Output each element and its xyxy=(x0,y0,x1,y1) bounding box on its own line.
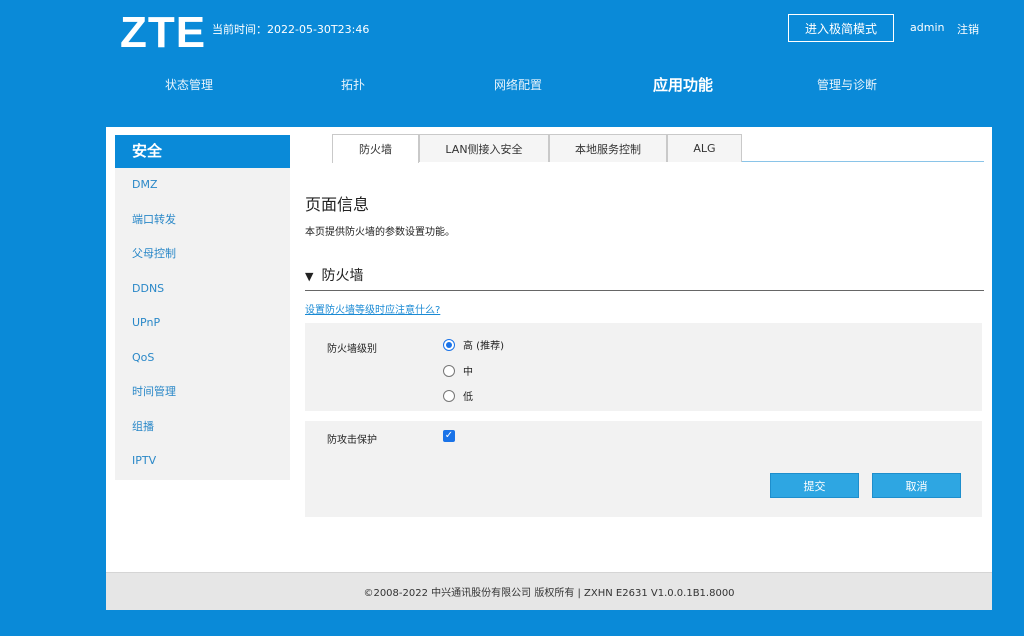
nav-topology[interactable]: 拓扑 xyxy=(341,76,365,93)
sidebar-title: 安全 xyxy=(115,135,290,168)
footer: ©2008-2022 中兴通讯股份有限公司 版权所有 | ZXHN E2631 … xyxy=(106,572,992,610)
submit-button[interactable]: 提交 xyxy=(770,473,859,498)
logout-link[interactable]: 注销 xyxy=(957,21,979,37)
level-high-radio[interactable] xyxy=(443,338,455,351)
section-divider xyxy=(305,290,984,291)
tab-local-service-control[interactable]: 本地服务控制 xyxy=(549,134,667,162)
firewall-level-label: 防火墙级别 xyxy=(327,344,377,355)
sidebar-item-time-management[interactable]: 时间管理 xyxy=(115,375,290,410)
level-medium-option[interactable]: 中 xyxy=(443,363,473,378)
page-title: 页面信息 xyxy=(305,195,370,214)
sidebar-item-upnp[interactable]: UPnP xyxy=(115,306,290,341)
level-low-option[interactable]: 低 xyxy=(443,388,473,403)
help-link[interactable]: 设置防火墙等级时应注意什么? xyxy=(305,301,440,316)
attack-protection-panel: 防攻击保护 ✓ 提交 取消 xyxy=(305,421,982,517)
current-time: 当前时间：2022-05-30T23:46 xyxy=(212,21,369,37)
nav-application-features[interactable]: 应用功能 xyxy=(653,74,713,95)
level-low-label: 低 xyxy=(463,392,473,403)
tab-bar: 防火墙 LAN侧接入安全 本地服务控制 ALG xyxy=(332,134,984,163)
page-description: 本页提供防火墙的参数设置功能。 xyxy=(305,227,455,238)
collapse-arrow-icon: ▼ xyxy=(305,270,314,283)
tab-alg[interactable]: ALG xyxy=(667,134,742,162)
attack-protection-label: 防攻击保护 xyxy=(327,435,377,446)
sidebar: 安全 DMZ 端口转发 父母控制 DDNS UPnP QoS 时间管理 组播 I… xyxy=(115,135,290,480)
current-time-value: 2022-05-30T23:46 xyxy=(267,23,370,36)
main-nav: 状态管理 拓扑 网络配置 应用功能 管理与诊断 xyxy=(0,76,1024,98)
tab-lan-access-security[interactable]: LAN侧接入安全 xyxy=(419,134,549,162)
section-title: 防火墙 xyxy=(321,268,364,284)
cancel-button[interactable]: 取消 xyxy=(872,473,961,498)
sidebar-item-iptv[interactable]: IPTV xyxy=(115,444,290,479)
nav-management-diagnosis[interactable]: 管理与诊断 xyxy=(817,76,877,93)
tab-firewall[interactable]: 防火墙 xyxy=(332,134,419,163)
sidebar-item-ddns[interactable]: DDNS xyxy=(115,272,290,307)
nav-status-management[interactable]: 状态管理 xyxy=(165,76,213,93)
main-card: 安全 DMZ 端口转发 父母控制 DDNS UPnP QoS 时间管理 组播 I… xyxy=(106,127,992,610)
sidebar-item-dmz[interactable]: DMZ xyxy=(115,168,290,203)
level-medium-radio[interactable] xyxy=(443,364,455,377)
current-time-label: 当前时间： xyxy=(212,23,267,36)
sidebar-item-qos[interactable]: QoS xyxy=(115,341,290,376)
level-low-radio[interactable] xyxy=(443,389,455,402)
level-high-label: 高 (推荐) xyxy=(463,341,504,352)
zte-logo: ZTE xyxy=(120,8,207,57)
username: admin xyxy=(910,21,945,34)
simple-mode-button[interactable]: 进入极简模式 xyxy=(788,14,894,42)
firewall-section-header[interactable]: ▼ 防火墙 xyxy=(305,265,363,285)
sidebar-item-multicast[interactable]: 组播 xyxy=(115,410,290,445)
attack-protection-checkbox[interactable]: ✓ xyxy=(443,430,455,442)
nav-network-config[interactable]: 网络配置 xyxy=(494,76,542,93)
level-high-option[interactable]: 高 (推荐) xyxy=(443,337,504,352)
firewall-level-panel: 防火墙级别 高 (推荐) 中 低 xyxy=(305,323,982,411)
check-icon: ✓ xyxy=(444,430,454,441)
level-medium-label: 中 xyxy=(463,367,473,378)
sidebar-item-parental-control[interactable]: 父母控制 xyxy=(115,237,290,272)
sidebar-item-port-forwarding[interactable]: 端口转发 xyxy=(115,203,290,238)
